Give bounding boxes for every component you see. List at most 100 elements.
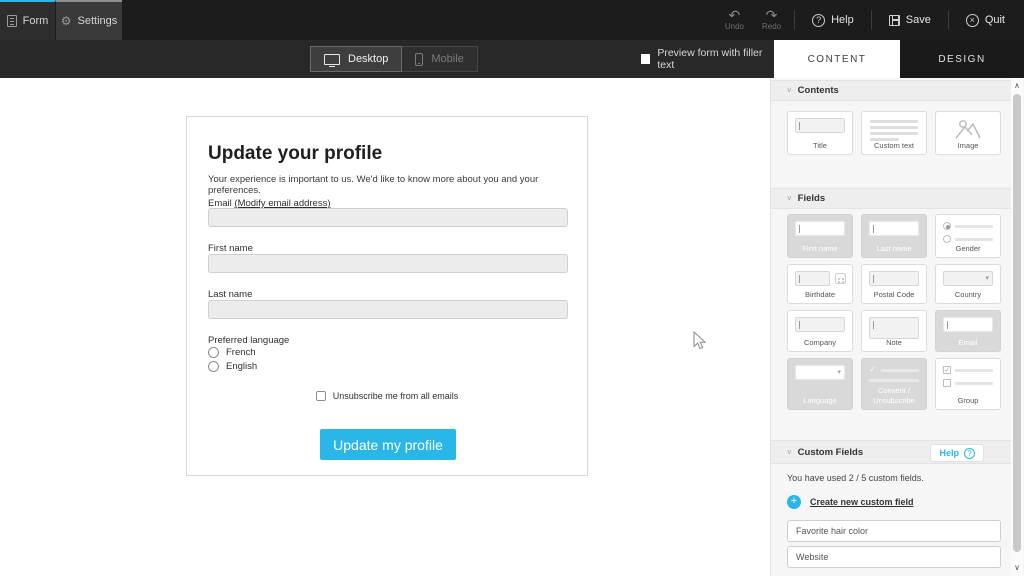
topbar-actions: ↶ Undo ↷ Redo ? Help Save × Quit [716,0,1024,40]
custom-fields-help-button[interactable]: Help ? [930,444,984,462]
select-icon: ▾ [943,271,993,286]
card-label: Postal Code [874,290,915,299]
first-name-label: First name [208,243,253,254]
tab-content[interactable]: CONTENT [774,40,900,78]
caret-down-icon: ▾ [837,368,841,376]
field-card-group[interactable]: ✓ Group [935,358,1001,410]
form-title[interactable]: Update your profile [208,143,382,165]
field-card-first-name[interactable]: First name [787,214,853,258]
card-label: Company [804,338,836,347]
update-profile-button[interactable]: Update my profile [320,429,456,460]
section-header-contents[interactable]: ˅ Contents [771,80,1012,101]
email-input[interactable] [208,208,568,227]
radio-option-french[interactable]: French [208,347,256,358]
undo-button[interactable]: ↶ Undo [716,9,753,31]
mobile-label: Mobile [431,53,463,65]
form-canvas: Update your profile Your experience is i… [0,78,770,576]
form-description[interactable]: Your experience is important to us. We'd… [208,174,587,196]
card-label: Note [886,338,902,347]
custom-fields-usage-text: You have used 2 / 5 custom fields. [787,473,924,483]
custom-field-website[interactable]: Website [787,546,1001,568]
card-label: Country [955,290,981,299]
quit-icon: × [966,14,979,27]
scroll-up-arrow[interactable]: ∧ [1011,80,1023,92]
last-name-input[interactable] [208,300,568,319]
tab-form[interactable]: Form [0,0,55,40]
view-toolbar: Desktop Mobile Preview form with filler … [0,40,774,78]
field-card-company[interactable]: Company [787,310,853,352]
textarea-icon [869,317,919,339]
field-card-country[interactable]: ▾ Country [935,264,1001,304]
tab-design[interactable]: DESIGN [900,40,1024,78]
field-card-birthdate[interactable]: Birthdate [787,264,853,304]
card-label: First name [802,244,837,253]
device-toggle: Desktop Mobile [310,46,478,72]
date-input-icon [795,271,830,286]
content-sidebar: ˅ Contents Title Custom text Image ˅ Fie… [770,78,1024,576]
field-card-language[interactable]: ▾ Language [787,358,853,410]
card-label: Email [959,338,978,347]
field-card-email[interactable]: Email [935,310,1001,352]
radio-icon[interactable] [208,347,219,358]
last-name-label: Last name [208,289,252,300]
tab-settings-label: Settings [78,15,118,27]
title-block-icon [795,118,845,133]
text-input-icon [795,221,845,236]
section-header-fields[interactable]: ˅ Fields [771,188,1012,209]
chevron-down-icon: ˅ [787,194,792,203]
field-card-postal-code[interactable]: Postal Code [861,264,927,304]
tab-settings[interactable]: ⚙ Settings [55,0,122,40]
redo-button[interactable]: ↷ Redo [753,9,790,31]
section-title: Custom Fields [798,447,863,458]
preview-filler-checkbox[interactable] [641,54,650,64]
section-header-custom-fields[interactable]: ˅ Custom Fields Help ? [771,440,1012,464]
gear-icon: ⚙ [61,15,72,27]
text-lines-icon [870,120,918,141]
select-icon: ▾ [795,365,845,380]
unsubscribe-row[interactable]: Unsubscribe me from all emails [187,391,587,401]
desktop-toggle-button[interactable]: Desktop [310,46,402,72]
card-label: Last name [876,244,911,253]
field-card-last-name[interactable]: Last name [861,214,927,258]
redo-label: Redo [762,22,781,31]
radio-label: French [226,347,256,358]
form-icon [7,15,17,27]
scrollbar-thumb[interactable] [1013,94,1021,552]
content-card-title[interactable]: Title [787,111,853,155]
text-input-icon [943,317,993,332]
quit-button[interactable]: × Quit [953,14,1018,27]
field-card-consent-unsubscribe[interactable]: ✓ Consent / Unsubscribe [861,358,927,410]
unsubscribe-label: Unsubscribe me from all emails [333,391,459,401]
checkbox-group-icon: ✓ [869,366,919,382]
content-card-custom-text[interactable]: Custom text [861,111,927,155]
contents-grid: Title Custom text Image [787,111,1001,155]
chevron-down-icon: ˅ [787,448,792,457]
card-label: Group [958,396,979,405]
unsubscribe-checkbox[interactable] [316,391,326,401]
sidebar-scrollbar[interactable]: ∧ ∨ [1011,78,1023,576]
mobile-toggle-button[interactable]: Mobile [402,46,477,72]
field-card-note[interactable]: Note [861,310,927,352]
custom-field-favorite-hair-color[interactable]: Favorite hair color [787,520,1001,542]
fields-grid: First name Last name Gender Birthdate Po… [787,214,1001,410]
content-card-image[interactable]: Image [935,111,1001,155]
plus-icon: + [787,495,801,509]
help-label: Help [939,448,959,458]
help-icon: ? [964,448,975,459]
form-preview-card: Update your profile Your experience is i… [186,116,588,476]
first-name-input[interactable] [208,254,568,273]
help-label: Help [831,14,854,26]
desktop-label: Desktop [348,53,388,65]
radio-icon[interactable] [208,361,219,372]
top-bar: Form ⚙ Settings ↶ Undo ↷ Redo ? Help Sav… [0,0,1024,40]
language-label: Preferred language [208,335,289,346]
radio-option-english[interactable]: English [208,361,257,372]
field-card-gender[interactable]: Gender [935,214,1001,258]
create-custom-field-link[interactable]: + Create new custom field [787,495,914,509]
scroll-down-arrow[interactable]: ∨ [1011,562,1023,574]
mobile-icon [415,53,423,66]
calendar-icon [835,273,846,284]
preview-filler-checkbox-row[interactable]: Preview form with filler text [641,40,774,78]
help-button[interactable]: ? Help [799,14,867,27]
save-button[interactable]: Save [876,14,944,26]
